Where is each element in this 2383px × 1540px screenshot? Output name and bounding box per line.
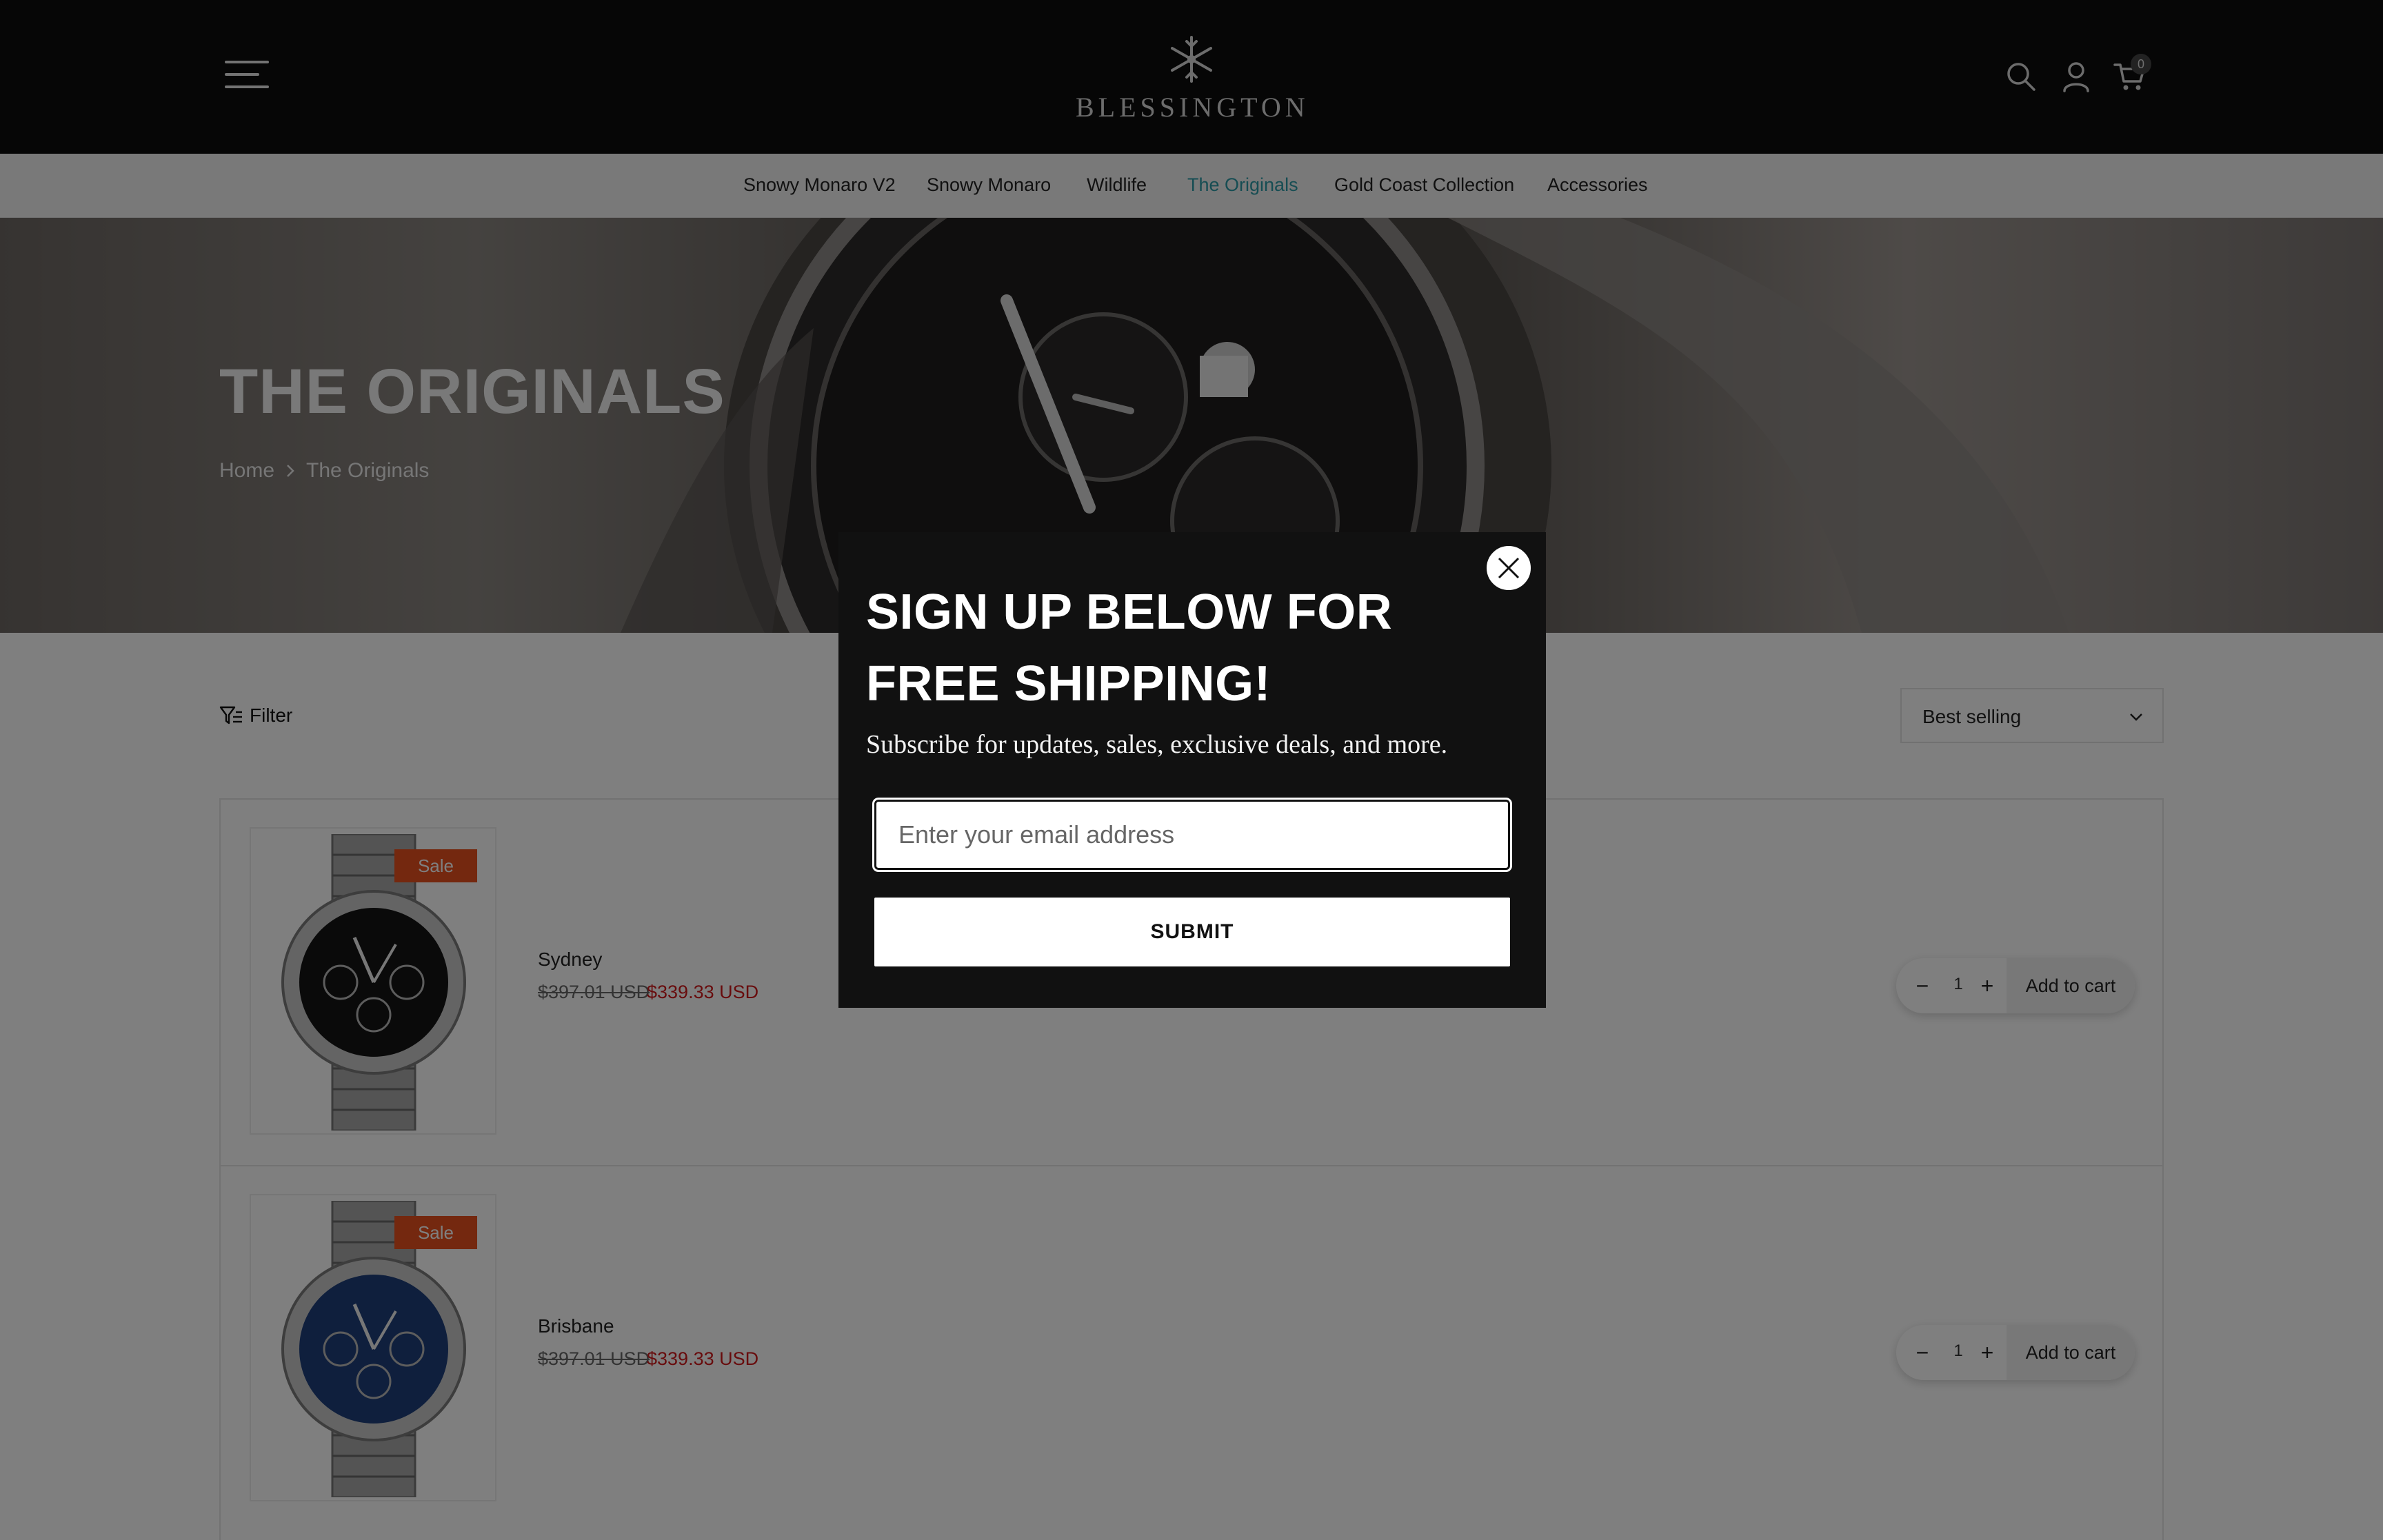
submit-button[interactable]: SUBMIT bbox=[874, 898, 1510, 966]
popup-subtitle: Subscribe for updates, sales, exclusive … bbox=[866, 730, 1448, 759]
newsletter-popup: SIGN UP BELOW FOR FREE SHIPPING! Subscri… bbox=[838, 532, 1546, 1008]
popup-title: SIGN UP BELOW FOR FREE SHIPPING! bbox=[866, 585, 1393, 711]
close-icon bbox=[1498, 557, 1520, 579]
close-button[interactable] bbox=[1485, 545, 1532, 591]
email-field[interactable] bbox=[872, 798, 1512, 872]
